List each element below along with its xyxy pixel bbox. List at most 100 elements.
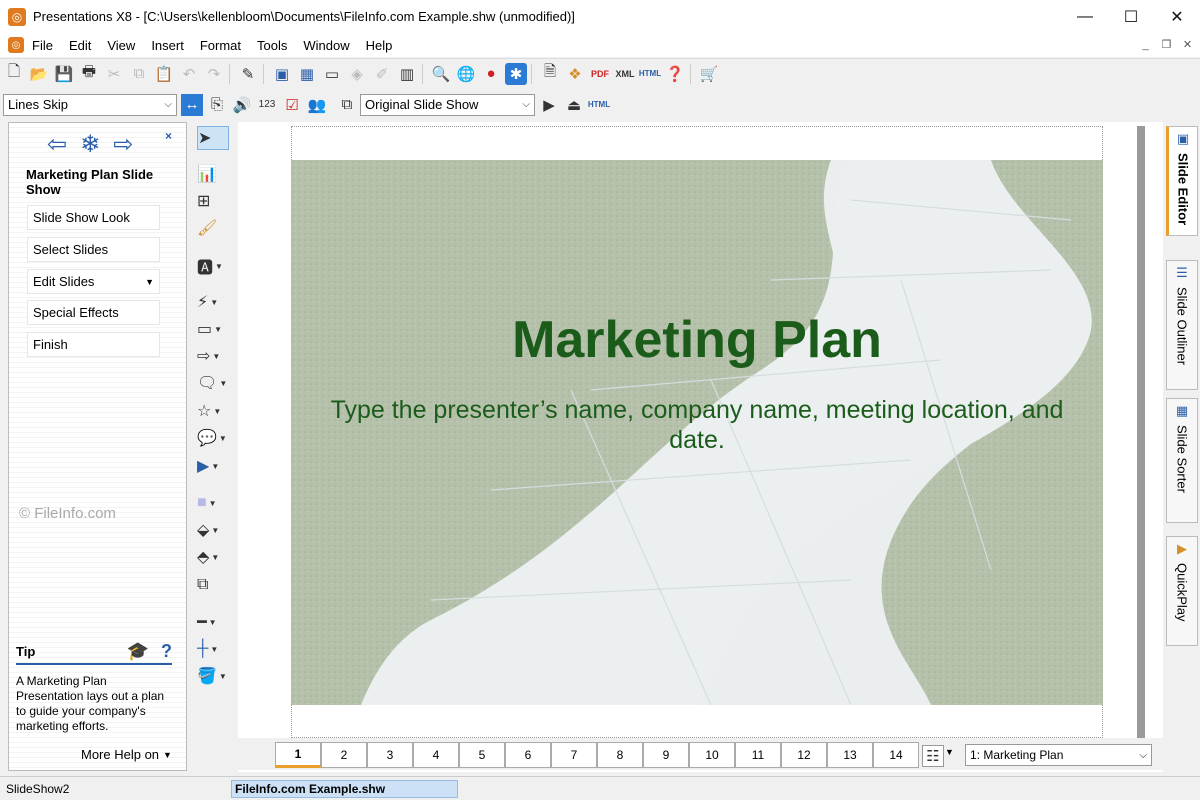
graduation-cap-icon[interactable]: 🎓 [127,641,149,662]
zoom-icon[interactable]: 🔍 [430,63,452,85]
highlight-icon[interactable]: ✐ [371,63,393,85]
help-doc-icon[interactable]: ❓ [664,63,686,85]
slideshow-settings-icon[interactable]: ⧉ [336,94,358,116]
panel-close-icon[interactable]: × [165,129,172,143]
fit-width-icon[interactable]: ↔ [181,93,203,116]
transition-icon[interactable]: ◈ [346,63,368,85]
star-shape-icon[interactable]: ☆ ▼ [197,399,229,423]
new-document-icon[interactable]: 🗋 [3,63,25,85]
page-tab-5[interactable]: 5 [459,742,505,768]
redo-icon[interactable]: ↷ [203,63,225,85]
shopping-cart-icon[interactable]: 🛒 [698,63,720,85]
dropdown-arrow-icon[interactable]: ▼ [945,747,954,757]
paint-brush-icon[interactable]: 🖌 [197,216,229,240]
menu-window[interactable]: Window [303,38,357,53]
document-menu-icon[interactable]: ◎ [8,37,24,53]
home-snowflake-icon[interactable]: ❄ [80,130,100,159]
save-icon[interactable]: 💾 [53,63,75,85]
line-color-icon[interactable]: ⬘ ▼ [197,545,229,569]
barcode-icon[interactable]: ▥ [396,63,418,85]
new-page-icon[interactable]: 🗎 [539,63,561,85]
forward-arrow-icon[interactable]: ⇨ [113,130,133,159]
task-select-slides[interactable]: Select Slides [27,237,160,262]
page-tab-12[interactable]: 12 [781,742,827,768]
fill-pattern-icon[interactable]: ■ ▼ [197,491,229,515]
cut-icon[interactable]: ✂ [103,63,125,85]
tab-slide-sorter[interactable]: ▦ Slide Sorter [1166,398,1198,523]
menu-tools[interactable]: Tools [257,38,295,53]
xml-icon[interactable]: XML [614,63,636,85]
task-slide-show-look[interactable]: Slide Show Look [27,205,160,230]
edit-slide-icon[interactable]: ✎ [237,63,259,85]
paint-bucket-icon[interactable]: 🪣 ▼ [197,664,229,688]
doc-minimize-button[interactable]: _ [1137,36,1154,53]
line-style-select[interactable]: Lines Skip ⌵ [3,93,177,116]
asterisk-icon[interactable]: ✱ [505,62,527,85]
doc-close-button[interactable]: ✕ [1179,36,1196,53]
publish-icon[interactable]: ❖ [564,63,586,85]
rectangle-tool-icon[interactable]: ▭ ▼ [197,317,229,341]
action-button-icon[interactable]: ▶ ▼ [197,454,229,478]
layout-grid-icon[interactable]: ▦ [296,63,318,85]
new-slide-icon[interactable]: ▣ [271,63,293,85]
html-publish-icon[interactable]: HTML [588,94,610,116]
line-style-icon[interactable]: ┼ ▼ [197,637,229,661]
doc-restore-button[interactable]: ❐ [1158,36,1175,53]
status-file-name[interactable]: FileInfo.com Example.shw [231,779,458,798]
menu-format[interactable]: Format [200,38,249,53]
play-show-icon[interactable]: ▶ [538,94,560,116]
page-tab-13[interactable]: 13 [827,742,873,768]
slide-background[interactable]: Marketing Plan Type the presenter’s name… [291,160,1103,705]
copy-icon[interactable]: ⧉ [128,63,150,85]
menu-file[interactable]: File [32,38,61,53]
globe-icon[interactable]: 🌐 [455,63,477,85]
arrow-shape-icon[interactable]: ⇨ ▼ [197,344,229,368]
text-box-icon[interactable]: 🅰 ▼ [197,254,229,278]
slide-jump-select[interactable]: 1: Marketing Plan ⌵ [965,744,1152,766]
presentations-app-icon[interactable]: ◎ [8,7,26,26]
task-finish[interactable]: Finish [27,332,160,357]
help-question-icon[interactable]: ? [161,641,172,662]
page-tab-8[interactable]: 8 [597,742,643,768]
page-tab-9[interactable]: 9 [643,742,689,768]
task-special-effects[interactable]: Special Effects [27,300,160,325]
chart-icon[interactable]: 📊 [197,162,229,186]
speaker-notes-icon[interactable]: 👥 [306,94,328,116]
page-tab-1[interactable]: 1 [275,742,321,768]
pdf-icon[interactable]: PDF [589,63,611,85]
menu-help[interactable]: Help [366,38,401,53]
page-tab-14[interactable]: 14 [873,742,919,768]
image-tools-icon[interactable]: ⎘ [206,94,228,116]
numbering-icon[interactable]: 123 [256,94,278,116]
page-tab-2[interactable]: 2 [321,742,367,768]
slideshow-select[interactable]: Original Slide Show ⌵ [360,93,535,116]
print-icon[interactable]: 🖶 [78,63,100,85]
paste-icon[interactable]: 📋 [153,63,175,85]
page-tab-11[interactable]: 11 [735,742,781,768]
task-edit-slides[interactable]: Edit Slides ▼ [27,269,160,294]
speech-bubble-icon[interactable]: 💬 ▼ [197,426,229,450]
close-button[interactable]: ✕ [1154,0,1200,33]
minimize-button[interactable]: — [1062,0,1108,33]
menu-insert[interactable]: Insert [151,38,192,53]
tab-quickplay[interactable]: ▶ QuickPlay [1166,536,1198,646]
shadow-icon[interactable]: ⧉ [197,573,229,597]
apple-icon[interactable]: ● [480,63,502,85]
play-sound-icon[interactable]: 🔊 [231,94,253,116]
slide-list-icon[interactable]: ☷ [922,745,944,767]
back-arrow-icon[interactable]: ⇦ [47,130,67,159]
select-pointer-icon[interactable]: ➤ [197,126,229,150]
runtime-icon[interactable]: ⏏ [563,94,585,116]
org-chart-icon[interactable]: ⊞ [197,189,229,213]
page-tab-4[interactable]: 4 [413,742,459,768]
maximize-button[interactable]: ☐ [1108,0,1154,33]
menu-view[interactable]: View [107,38,143,53]
tab-slide-editor[interactable]: ▣ Slide Editor [1166,126,1198,236]
fill-color-icon[interactable]: ⬙ ▼ [197,518,229,542]
slide-title[interactable]: Marketing Plan [291,310,1103,370]
slide-subtitle[interactable]: Type the presenter’s name, company name,… [321,395,1073,455]
window-layout-icon[interactable]: ▭ [321,63,343,85]
more-help-button[interactable]: More Help on ▼ [81,747,172,762]
open-folder-icon[interactable]: 📂 [28,63,50,85]
page-tab-6[interactable]: 6 [505,742,551,768]
